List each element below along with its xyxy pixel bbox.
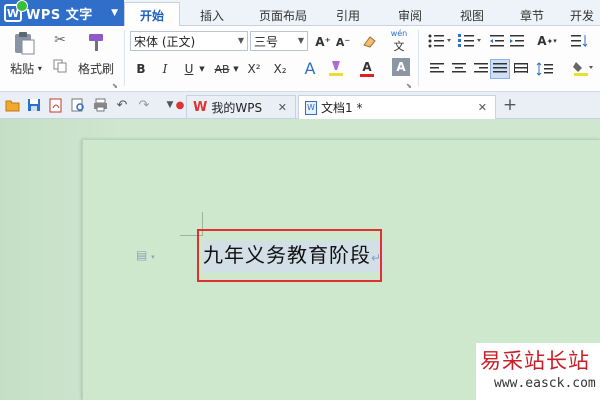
distributed-align-button[interactable]: [512, 60, 530, 78]
text-effect-icon[interactable]: A: [300, 58, 320, 78]
sort-icon[interactable]: [568, 32, 594, 50]
chinese-layout-button[interactable]: A ✦ ▾: [534, 32, 560, 50]
document-icon: W: [305, 100, 317, 115]
bullet-list-button[interactable]: [426, 32, 454, 50]
superscript-button[interactable]: X²: [244, 60, 264, 78]
tab-start[interactable]: 开始: [124, 2, 180, 27]
decrease-indent-icon[interactable]: [488, 32, 506, 50]
tab-page-layout[interactable]: 页面布局: [250, 4, 316, 26]
wps-logo-icon: W: [4, 0, 28, 22]
format-painter-button[interactable]: 格式刷: [74, 60, 118, 76]
paste-icon[interactable]: [10, 30, 38, 56]
subscript-button[interactable]: X₂: [270, 60, 290, 78]
open-folder-icon[interactable]: [4, 97, 20, 113]
tab-insert[interactable]: 插入: [190, 4, 234, 26]
paragraph-layout-icon[interactable]: ▤ ▾: [136, 248, 155, 262]
chevron-down-icon[interactable]: ▼: [232, 62, 240, 76]
chevron-down-icon[interactable]: ▼: [198, 62, 206, 76]
format-painter-icon[interactable]: [84, 30, 108, 54]
new-tab-button[interactable]: +: [502, 95, 518, 115]
tab-review[interactable]: 审阅: [388, 4, 432, 26]
watermark-url: www.easck.com: [494, 376, 596, 391]
site-watermark: 易采站长站 www.easck.com: [476, 343, 600, 400]
app-title: WPS 文字: [26, 7, 93, 23]
tab-developer[interactable]: 开发: [570, 4, 600, 26]
font-dialog-launcher-icon[interactable]: ⬊: [406, 82, 412, 90]
redo-icon[interactable]: ↷: [136, 97, 152, 113]
tab-view[interactable]: 视图: [450, 4, 494, 26]
align-left-button[interactable]: [428, 60, 446, 78]
character-shading-button[interactable]: A: [392, 58, 410, 76]
font-size-select[interactable]: 三号 ▼: [250, 31, 308, 51]
pinyin-guide-button[interactable]: wén 文: [386, 29, 412, 53]
paragraph-shading-button[interactable]: [570, 58, 596, 78]
cut-icon[interactable]: ✂: [52, 32, 68, 48]
copy-icon[interactable]: [52, 58, 68, 74]
strikethrough-button[interactable]: AB: [210, 60, 234, 78]
tab-document1[interactable]: W 文档1 * ✕: [298, 95, 496, 119]
numbered-list-button[interactable]: [456, 32, 484, 50]
tab-my-wps[interactable]: W 我的WPS ✕: [186, 95, 296, 119]
bold-button[interactable]: B: [132, 60, 150, 78]
print-preview-icon[interactable]: [70, 97, 86, 113]
close-icon[interactable]: ✕: [478, 101, 487, 114]
app-menu-button[interactable]: W WPS 文字 ▼: [0, 0, 124, 26]
tab-label: 我的WPS: [211, 101, 263, 115]
close-icon[interactable]: ✕: [278, 101, 287, 114]
grow-font-button[interactable]: A⁺: [314, 33, 332, 51]
red-highlight-box: [197, 229, 382, 282]
align-right-button[interactable]: [472, 60, 490, 78]
status-dot-icon: [16, 0, 28, 12]
highlight-color-button[interactable]: [326, 58, 346, 78]
ribbon-separator: [124, 30, 125, 86]
save-icon[interactable]: [26, 97, 42, 113]
clear-format-icon[interactable]: [360, 33, 378, 51]
font-name-select[interactable]: 宋体 (正文) ▼: [130, 31, 248, 51]
watermark-title: 易采站长站: [480, 349, 590, 373]
ribbon-toolbar: 粘贴 ▾ ✂ 格式刷 宋体 (正文) ▼ 三号 ▼ A⁺ A⁻ wén 文 B I U…: [0, 26, 600, 92]
increase-indent-icon[interactable]: [508, 32, 526, 50]
menu-bar: W WPS 文字 ▼ 开始 插入 页面布局 引用 审阅 视图 章节 开发: [0, 0, 600, 27]
clipboard-dialog-launcher-icon[interactable]: ⬊: [112, 82, 118, 90]
tab-references[interactable]: 引用: [326, 4, 370, 26]
chevron-down-icon: ▼: [111, 8, 118, 18]
pdf-icon[interactable]: [48, 97, 64, 113]
ribbon-separator: [418, 30, 419, 86]
wps-red-logo-icon: W: [193, 100, 208, 115]
font-color-button[interactable]: A: [358, 58, 376, 78]
align-center-button[interactable]: [450, 60, 468, 78]
undo-icon[interactable]: ↶: [114, 97, 130, 113]
shrink-font-button[interactable]: A⁻: [334, 33, 352, 51]
print-icon[interactable]: [92, 97, 108, 113]
quick-access-bar: ↶ ↷ ▼ ● W 我的WPS ✕ W 文档1 * ✕ +: [0, 92, 600, 119]
underline-button[interactable]: U: [180, 60, 198, 78]
tab-label: 文档1 *: [321, 101, 363, 115]
paste-button[interactable]: 粘贴 ▾: [6, 60, 46, 76]
italic-button[interactable]: I: [156, 60, 174, 78]
line-spacing-button[interactable]: [534, 60, 560, 78]
justify-button[interactable]: [490, 59, 510, 79]
tab-chapter[interactable]: 章节: [510, 4, 554, 26]
